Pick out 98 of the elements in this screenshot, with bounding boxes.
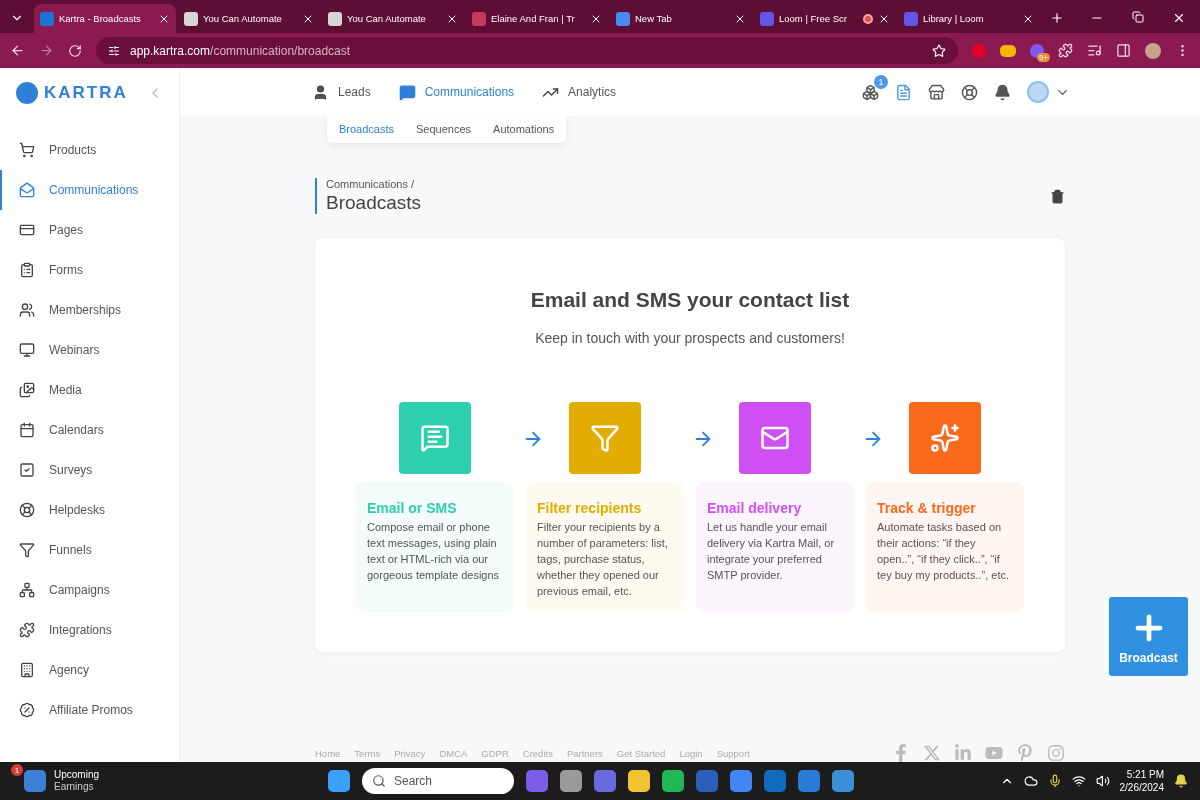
nav-tab[interactable]: Leads xyxy=(312,83,371,101)
back-icon[interactable] xyxy=(10,43,25,58)
person-icon xyxy=(312,83,329,101)
bookmark-icon[interactable] xyxy=(932,43,946,58)
sidebar-item[interactable]: Funnels xyxy=(0,530,179,570)
network-icon xyxy=(19,582,35,598)
clipboard-icon xyxy=(19,262,35,278)
sidebar-item[interactable]: Memberships xyxy=(0,290,179,330)
breadcrumb-link[interactable]: Communications / xyxy=(326,178,422,190)
images-icon xyxy=(19,382,35,398)
sidebar-item[interactable]: Campaigns xyxy=(0,570,179,610)
browser-tab[interactable]: Loom | Free Scr xyxy=(754,4,896,33)
widget-text[interactable]: Upcoming Earnings xyxy=(54,769,100,793)
step-title: Email or SMS xyxy=(367,500,458,516)
search-field[interactable]: Search xyxy=(362,768,514,794)
step-title: Track & trigger xyxy=(877,500,977,516)
step-text: Automate tasks based on their actions: “if they open..”, “if they click..”, “if tey buy my products..”, etc. xyxy=(877,520,1011,583)
submenu-item[interactable]: Broadcasts xyxy=(339,123,395,135)
chat-icon xyxy=(398,83,416,101)
browser-tab[interactable]: Library | Loom xyxy=(898,4,1040,33)
browser-tab[interactable]: Elaine And Fran | Tr xyxy=(466,4,608,33)
boxes-icon[interactable] xyxy=(862,83,879,101)
wifi-icon[interactable] xyxy=(1071,774,1086,788)
cart-icon xyxy=(19,142,35,158)
intro-subheading: Keep in touch with your prospects and customers! xyxy=(535,330,845,346)
checkbox-icon xyxy=(19,462,35,478)
microphone-icon[interactable] xyxy=(1047,774,1062,788)
sidebar-item[interactable]: Forms xyxy=(0,250,179,290)
browser-tab[interactable]: You Can Automate xyxy=(322,4,464,33)
new-tab-icon[interactable] xyxy=(1050,11,1064,25)
people-icon xyxy=(19,302,35,318)
nav-tab[interactable]: Analytics xyxy=(542,83,617,101)
step-title: Filter recipients xyxy=(537,500,643,516)
favicon-icon xyxy=(184,11,198,26)
forward-icon[interactable] xyxy=(39,43,54,58)
sidebar-item[interactable]: Helpdesks xyxy=(0,490,179,530)
notification-badge: 1 xyxy=(874,74,888,89)
url-text: app.kartra.com/communication/broadcast xyxy=(130,43,351,58)
step-text: Filter your recipients by a number of parameters: list, tags, purchase status, whether they opened our previous email, etc. xyxy=(537,520,669,599)
sidebar-item[interactable]: Products xyxy=(0,130,179,170)
building-icon xyxy=(19,662,35,678)
bell-icon[interactable] xyxy=(994,83,1011,101)
favicon-icon xyxy=(616,11,630,26)
profile-avatar[interactable] xyxy=(1145,42,1161,59)
clock[interactable]: 5:21 PM 2/26/2024 xyxy=(1119,768,1164,794)
step-text: Compose email or phone text messages, using plain text or HTML-rich via our gorgeous template designs xyxy=(367,520,501,583)
sidebar-item[interactable]: Pages xyxy=(0,210,179,250)
widget-badge: 1 xyxy=(11,764,23,776)
step-text: Let us handle your email delivery via Kartra Mail, or integrate your preferred SMTP provider. xyxy=(707,520,836,583)
monitor-icon xyxy=(19,342,35,358)
sidebar-item[interactable]: Calendars xyxy=(0,410,179,450)
reload-icon[interactable] xyxy=(68,43,82,58)
close-icon[interactable] xyxy=(1172,11,1186,25)
browser-tab[interactable]: You Can Automate xyxy=(178,4,320,33)
side-panel-icon[interactable] xyxy=(1116,43,1131,58)
sidebar-item[interactable]: Agency xyxy=(0,650,179,690)
favicon-icon xyxy=(760,11,774,26)
address-field[interactable]: app.kartra.com/communication/broadcast xyxy=(96,37,958,64)
notification-icon[interactable] xyxy=(1174,774,1188,788)
document-icon[interactable] xyxy=(895,83,912,101)
envelope-icon xyxy=(19,182,35,198)
submenu-item[interactable]: Automations xyxy=(493,123,555,135)
site-info-icon xyxy=(108,44,120,57)
favicon-icon xyxy=(40,11,54,26)
search-icon xyxy=(372,774,386,788)
sidebar-item[interactable]: Surveys xyxy=(0,450,179,490)
restore-icon[interactable] xyxy=(1132,11,1144,23)
sidebar-item[interactable]: Integrations xyxy=(0,610,179,650)
percent-icon xyxy=(19,702,35,718)
media-icon[interactable] xyxy=(1087,43,1102,58)
funnel-icon xyxy=(590,423,620,453)
card-icon xyxy=(19,222,35,238)
favicon-icon xyxy=(328,11,342,26)
logo-text: KARTRA xyxy=(44,83,128,103)
trash-icon[interactable] xyxy=(1050,188,1065,204)
intro-heading: Email and SMS your contact list xyxy=(530,288,850,312)
sidebar-item[interactable]: Media xyxy=(0,370,179,410)
extensions-icon[interactable] xyxy=(1058,43,1073,58)
help-icon[interactable] xyxy=(961,83,978,101)
favicon-icon xyxy=(472,11,486,26)
step-title: Email delivery xyxy=(707,500,803,516)
browser-tab[interactable]: New Tab xyxy=(610,4,752,33)
calendar-icon xyxy=(19,422,35,438)
puzzle-icon xyxy=(19,622,35,638)
message-icon xyxy=(420,423,450,453)
favicon-icon xyxy=(904,11,918,26)
sidebar-item[interactable]: Affiliate Promos xyxy=(0,690,179,730)
page-title: Broadcasts xyxy=(326,192,422,214)
nav-tab[interactable]: Communications xyxy=(398,83,515,101)
browser-tab[interactable]: Kartra - Broadcasts xyxy=(34,4,176,33)
extension-badge: 9+ xyxy=(1036,52,1050,62)
sidebar-item[interactable]: Webinars xyxy=(0,330,179,370)
submenu-item[interactable]: Sequences xyxy=(416,123,472,135)
lifebuoy-icon xyxy=(19,502,35,518)
funnel-icon xyxy=(19,542,35,558)
volume-icon[interactable] xyxy=(1095,774,1110,788)
logo-icon xyxy=(16,82,38,104)
sparkle-icon xyxy=(930,423,960,453)
